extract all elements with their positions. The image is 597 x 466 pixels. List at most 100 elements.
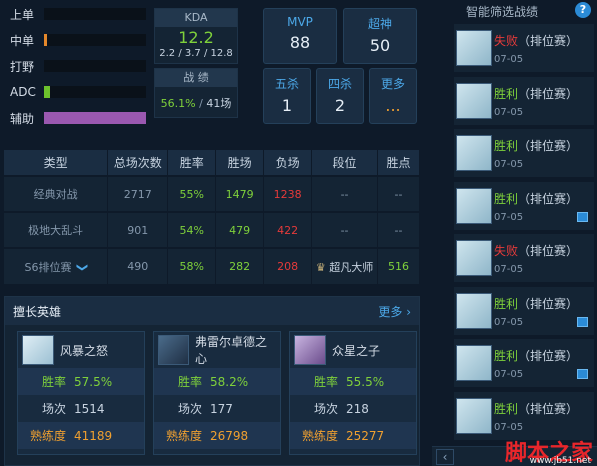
table-row: 极地大乱斗 901 54% 479 422 -- -- [4,211,420,248]
role-bar-track [44,34,146,46]
favorite-heroes-panel: 擅长英雄 更多 › 风暴之怒 胜率 57.5% 场次 1514 熟练度 4118… [4,296,420,466]
role-bar-track [44,8,146,20]
master-tier-icon: ♛ [315,260,330,274]
match-item[interactable]: 失败（排位赛） 07-05 [454,234,594,284]
legendary-value: 50 [369,36,391,55]
record-box: 战 绩 56.1% / 41场 [154,68,238,118]
role-label: 打野 [10,59,35,74]
kda-value: 12.2 [178,28,214,47]
match-date: 07-05 [494,369,524,380]
legendary-label: 超神 [367,17,392,31]
points-cell-text: -- [394,223,403,237]
more-stats-label: 更多 [380,77,405,91]
wins-cell-text: 282 [229,260,251,273]
hero-name: 众星之子 [332,343,381,358]
match-result-line: 胜利（排位赛） [494,190,578,207]
chevron-down-icon[interactable]: ❯ [76,262,89,271]
hero-card[interactable]: 风暴之怒 胜率 57.5% 场次 1514 熟练度 41189 [17,331,145,455]
role-row: 辅助 [10,108,146,128]
wins-cell: 1479 [215,175,265,212]
role-bar-fill [44,86,51,98]
match-history-panel: 智能筛选战绩 ? 失败（排位赛） 07-05 胜利（排位赛） 07-05 胜利（… [432,0,597,466]
watermark-url: www.jb51.net [529,456,591,466]
total-games-cell: 2717 [107,175,169,212]
points-cell: -- [377,211,420,248]
tier-cell-text: -- [340,223,349,237]
record-heading: 战 绩 [155,69,237,87]
role-label: 中单 [10,33,35,48]
quadra-kill-value: 2 [334,96,346,115]
mvp-box: MVP 88 [263,8,337,64]
match-mode: （排位赛） [518,401,579,416]
hero-win-rate-label: 胜率 [41,375,66,389]
match-date: 07-05 [494,159,524,170]
match-result: 胜利 [494,349,519,363]
match-result: 胜利 [494,296,519,311]
wins-cell-text: 1479 [225,187,254,201]
match-pagination-bar: ‹ 脚本之家 www.jb51.net [432,442,597,466]
match-mode: （排位赛） [518,296,579,311]
match-item[interactable]: 胜利（排位赛） 07-05 [454,339,594,389]
match-mode: （排位赛） [518,86,579,101]
hero-win-rate: 57.5% [74,374,113,389]
hero-win-rate: 55.5% [346,374,385,389]
role-label: ADC [10,85,36,99]
hero-mastery-label: 熟练度 [301,429,338,443]
role-bar-track [44,60,146,72]
screenshot-icon[interactable] [577,369,588,379]
match-result-line: 胜利（排位赛） [494,295,578,312]
points-cell: 516 [377,247,420,284]
champion-avatar [456,135,492,171]
more-stats-ellipsis: ... [385,96,401,115]
hero-win-rate: 58.2% [210,374,249,389]
champion-avatar [456,345,492,381]
losses-cell-text: 1238 [273,187,302,201]
tier-cell-text: 超凡大师 [329,260,374,274]
match-item[interactable]: 胜利（排位赛） 07-05 [454,181,594,232]
match-result: 胜利 [494,191,519,206]
penta-kill-value: 1 [281,96,293,115]
match-result-line: 胜利（排位赛） [494,137,578,154]
role-bar-track [44,86,146,98]
record-win-rate: 56.1% [160,97,196,110]
hero-avatar [22,335,54,365]
losses-cell: 208 [263,247,313,284]
role-bar-fill [44,112,146,124]
match-mode: （排位赛） [518,349,579,363]
hero-card[interactable]: 众星之子 胜率 55.5% 场次 218 熟练度 25277 [289,331,417,455]
match-item[interactable]: 胜利（排位赛） 07-05 [454,286,594,337]
match-item[interactable]: 胜利（排位赛） 07-05 [454,391,594,442]
screenshot-icon[interactable] [577,316,588,327]
table-row: 经典对战 2717 55% 1479 1238 -- -- [4,175,420,212]
mode-type-cell: 极地大乱斗 [4,211,109,248]
hero-win-rate-label: 胜率 [177,375,202,389]
role-bar-fill [44,34,48,46]
screenshot-icon[interactable] [577,211,588,222]
hero-games-label: 场次 [313,402,338,416]
losses-cell-text: 422 [277,223,299,237]
more-heroes-link[interactable]: 更多 › [378,303,411,320]
quadra-kill-box: 四杀 2 [316,68,364,124]
hero-games: 1514 [74,401,105,416]
total-games-cell-text: 490 [127,260,149,273]
champion-avatar [456,397,492,434]
match-item[interactable]: 失败（排位赛） 07-05 [454,24,594,74]
legendary-box: 超神 50 [343,8,417,64]
table-column-header: 胜率 [167,150,217,176]
prev-page-button[interactable]: ‹ [436,449,454,465]
mvp-value: 88 [289,33,311,52]
more-stats-button[interactable]: 更多 ... [369,68,417,124]
match-item[interactable]: 胜利（排位赛） 07-05 [454,129,594,179]
more-heroes-label: 更多 [378,304,403,319]
champion-avatar [456,292,492,329]
kda-heading: KDA [155,9,237,27]
points-cell: -- [377,175,420,212]
match-item[interactable]: 胜利（排位赛） 07-05 [454,76,594,127]
table-row: S6排位赛 ❯ 490 58% 282 208 ♛ 超凡大师 516 [4,247,420,284]
role-row: ADC [10,82,146,102]
hero-card[interactable]: 弗雷尔卓德之心 胜率 58.2% 场次 177 熟练度 26798 [153,331,281,455]
help-icon[interactable]: ? [575,2,591,18]
hero-avatar [294,335,326,365]
match-result-line: 胜利（排位赛） [494,400,578,417]
win-rate-cell: 54% [167,211,217,248]
